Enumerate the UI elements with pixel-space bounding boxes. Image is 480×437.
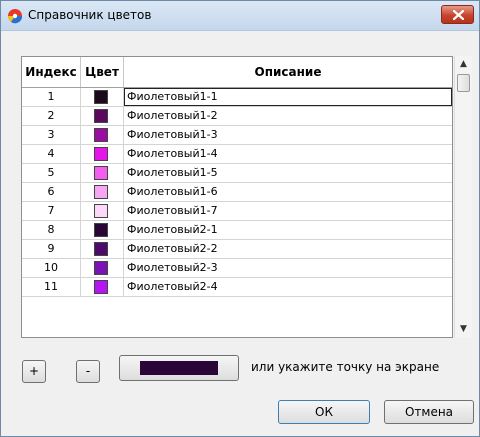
description-cell[interactable]: Фиолетовый1-1 — [124, 88, 452, 106]
description-cell[interactable]: Фиолетовый1-6 — [124, 183, 452, 201]
index-cell[interactable]: 6 — [22, 183, 81, 201]
index-cell[interactable]: 11 — [22, 278, 81, 296]
color-swatch — [94, 261, 108, 275]
color-cell[interactable] — [81, 164, 124, 182]
color-swatch — [94, 280, 108, 294]
description-cell[interactable]: Фиолетовый1-7 — [124, 202, 452, 220]
index-cell[interactable]: 1 — [22, 88, 81, 106]
scrollbar-thumb[interactable] — [457, 74, 470, 92]
color-reference-dialog: Справочник цветов Индекс Цвет Описание 1… — [0, 0, 480, 437]
close-button[interactable] — [441, 5, 474, 24]
description-cell[interactable]: Фиолетовый1-3 — [124, 126, 452, 144]
index-cell[interactable]: 3 — [22, 126, 81, 144]
color-cell[interactable] — [81, 202, 124, 220]
color-swatch — [94, 204, 108, 218]
color-picker-button[interactable] — [119, 355, 239, 381]
color-cell[interactable] — [81, 145, 124, 163]
color-swatch — [94, 223, 108, 237]
table-row[interactable]: 11 Фиолетовый2-4 — [22, 278, 452, 297]
color-cell[interactable] — [81, 259, 124, 277]
description-cell[interactable]: Фиолетовый1-2 — [124, 107, 452, 125]
table-row[interactable]: 8 Фиолетовый2-1 — [22, 221, 452, 240]
index-cell[interactable]: 9 — [22, 240, 81, 258]
color-swatch — [94, 185, 108, 199]
color-wheel-icon — [7, 9, 23, 24]
table-row[interactable]: 9 Фиолетовый2-2 — [22, 240, 452, 259]
column-header-index[interactable]: Индекс — [22, 57, 81, 87]
table-header: Индекс Цвет Описание — [22, 57, 452, 88]
color-cell[interactable] — [81, 221, 124, 239]
color-cell[interactable] — [81, 126, 124, 144]
table-row[interactable]: 6 Фиолетовый1-6 — [22, 183, 452, 202]
table-row[interactable]: 2 Фиолетовый1-2 — [22, 107, 452, 126]
description-cell[interactable]: Фиолетовый2-3 — [124, 259, 452, 277]
color-swatch — [94, 90, 108, 104]
index-cell[interactable]: 7 — [22, 202, 81, 220]
description-cell[interactable]: Фиолетовый1-4 — [124, 145, 452, 163]
table-row[interactable]: 1 Фиолетовый1-1 — [22, 88, 452, 107]
description-cell[interactable]: Фиолетовый2-1 — [124, 221, 452, 239]
table-row[interactable]: 3 Фиолетовый1-3 — [22, 126, 452, 145]
dialog-title: Справочник цветов — [28, 8, 152, 22]
scroll-up-arrow-icon[interactable]: ▲ — [455, 56, 472, 73]
vertical-scrollbar[interactable]: ▲ ▼ — [454, 56, 472, 338]
color-swatch — [94, 147, 108, 161]
scroll-down-arrow-icon[interactable]: ▼ — [455, 321, 472, 338]
table-row[interactable]: 10 Фиолетовый2-3 — [22, 259, 452, 278]
index-cell[interactable]: 2 — [22, 107, 81, 125]
close-icon — [453, 10, 464, 20]
color-preview-swatch — [140, 361, 218, 375]
color-cell[interactable] — [81, 183, 124, 201]
color-cell[interactable] — [81, 278, 124, 296]
table-row[interactable]: 4 Фиолетовый1-4 — [22, 145, 452, 164]
cancel-button[interactable]: Отмена — [384, 400, 474, 424]
index-cell[interactable]: 8 — [22, 221, 81, 239]
remove-row-button[interactable]: - — [76, 360, 100, 383]
add-row-button[interactable]: + — [22, 360, 46, 383]
title-bar[interactable]: Справочник цветов — [1, 1, 479, 31]
column-header-color[interactable]: Цвет — [81, 57, 124, 87]
color-cell[interactable] — [81, 88, 124, 106]
table-row[interactable]: 5 Фиолетовый1-5 — [22, 164, 452, 183]
index-cell[interactable]: 4 — [22, 145, 81, 163]
column-header-description[interactable]: Описание — [124, 57, 452, 87]
ok-button[interactable]: ОК — [278, 400, 370, 424]
color-cell[interactable] — [81, 240, 124, 258]
description-cell[interactable]: Фиолетовый2-4 — [124, 278, 452, 296]
color-table[interactable]: Индекс Цвет Описание 1 Фиолетовый1-1 2 Фиол… — [21, 56, 453, 338]
color-swatch — [94, 242, 108, 256]
color-cell[interactable] — [81, 107, 124, 125]
color-swatch — [94, 128, 108, 142]
index-cell[interactable]: 5 — [22, 164, 81, 182]
index-cell[interactable]: 10 — [22, 259, 81, 277]
color-swatch — [94, 166, 108, 180]
description-cell[interactable]: Фиолетовый1-5 — [124, 164, 452, 182]
description-cell[interactable]: Фиолетовый2-2 — [124, 240, 452, 258]
color-swatch — [94, 109, 108, 123]
table-row[interactable]: 7 Фиолетовый1-7 — [22, 202, 452, 221]
screen-pick-hint: или укажите точку на экране — [251, 360, 440, 374]
